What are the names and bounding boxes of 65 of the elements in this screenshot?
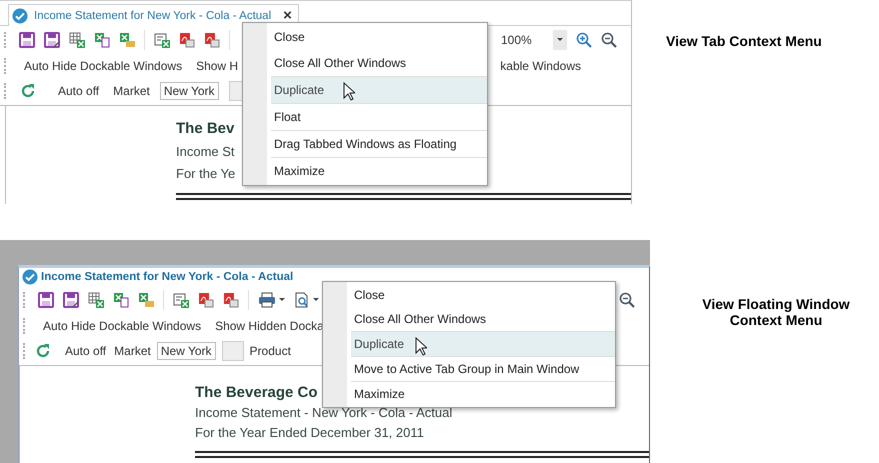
auto-off-label[interactable]: Auto off bbox=[58, 84, 100, 98]
save-edit-icon[interactable] bbox=[44, 32, 60, 48]
menu-item[interactable]: Drag Tabbed Windows as Floating bbox=[271, 130, 487, 157]
command-link[interactable]: Show H bbox=[196, 58, 238, 72]
command-link[interactable]: Auto Hide Dockable Windows bbox=[43, 318, 202, 332]
report-title: The Bev bbox=[176, 120, 234, 137]
window-title: Income Statement for New York - Cola - Actual bbox=[41, 271, 294, 283]
refresh-icon[interactable] bbox=[20, 82, 36, 98]
menu-item[interactable]: Close bbox=[323, 283, 615, 307]
report-title: The Beverage Co bbox=[195, 384, 318, 401]
caption: View Floating Window Context Menu bbox=[701, 295, 851, 328]
report-subtitle: For the Year Ended December 31, 2011 bbox=[195, 424, 424, 442]
caret-icon[interactable] bbox=[313, 298, 319, 301]
cursor-icon bbox=[415, 337, 427, 356]
document-tab[interactable]: Income Statement for New York - Cola - Actual × bbox=[8, 4, 299, 26]
save-icon[interactable] bbox=[19, 32, 35, 48]
save-edit-icon[interactable] bbox=[63, 292, 79, 308]
menu-item[interactable]: Move to Active Tab Group in Main Window bbox=[351, 356, 615, 381]
caption: View Tab Context Menu bbox=[666, 33, 822, 49]
report-subtitle: Income St bbox=[176, 143, 235, 161]
grid-export-icon[interactable] bbox=[88, 292, 104, 308]
pdf-icon[interactable] bbox=[223, 292, 239, 308]
caret-icon[interactable] bbox=[279, 298, 285, 301]
pdf-icon[interactable] bbox=[204, 32, 220, 48]
spreadsheet-icon[interactable] bbox=[94, 32, 110, 48]
menu-item[interactable]: Maximize bbox=[351, 381, 615, 406]
spreadsheet-folder-icon[interactable] bbox=[138, 292, 154, 308]
refresh-icon[interactable] bbox=[35, 342, 51, 358]
market-label: Market bbox=[114, 344, 151, 358]
command-link[interactable]: Auto Hide Dockable Windows bbox=[24, 58, 182, 72]
sheet-delete-icon[interactable] bbox=[173, 292, 189, 308]
sheet-delete-icon[interactable] bbox=[154, 32, 170, 48]
menu-item[interactable]: Duplicate bbox=[351, 331, 615, 356]
pdf-export-icon[interactable] bbox=[198, 292, 214, 308]
report-subtitle: For the Ye bbox=[176, 165, 236, 183]
market-field[interactable]: New York bbox=[156, 342, 216, 360]
save-icon[interactable] bbox=[38, 292, 54, 308]
menu-item[interactable]: Close All Other Windows bbox=[243, 50, 487, 76]
check-circle-icon bbox=[22, 269, 38, 285]
market-field[interactable]: New York bbox=[160, 82, 219, 100]
report-subtitle: Income Statement - New York - Cola - Actual bbox=[195, 404, 452, 422]
printer-icon[interactable] bbox=[258, 292, 276, 308]
grid-export-icon[interactable] bbox=[69, 32, 85, 48]
cursor-icon bbox=[343, 82, 355, 101]
zoom-in-icon[interactable] bbox=[576, 32, 592, 48]
spreadsheet-icon[interactable] bbox=[113, 292, 129, 308]
menu-item[interactable]: Close All Other Windows bbox=[323, 307, 615, 331]
pdf-export-icon[interactable] bbox=[179, 32, 195, 48]
check-circle-icon bbox=[12, 8, 28, 24]
product-label: Product bbox=[250, 344, 291, 358]
command-link[interactable]: kable Windows bbox=[500, 58, 581, 72]
zoom-out-icon[interactable] bbox=[601, 32, 617, 48]
menu-item[interactable]: Maximize bbox=[271, 157, 487, 184]
menu-item[interactable]: Duplicate bbox=[271, 76, 487, 103]
print-preview-icon[interactable] bbox=[294, 292, 310, 308]
close-button[interactable]: × bbox=[283, 7, 292, 24]
auto-off-label[interactable]: Auto off bbox=[65, 344, 106, 358]
spreadsheet-folder-icon[interactable] bbox=[119, 32, 135, 48]
tab-title: Income Statement for New York - Cola - Actual bbox=[34, 10, 272, 22]
menu-item[interactable]: Close bbox=[243, 24, 487, 50]
market-label: Market bbox=[113, 84, 150, 98]
zoom-out-icon[interactable] bbox=[619, 292, 635, 308]
zoom-dropdown[interactable]: 100% bbox=[493, 30, 567, 50]
menu-item[interactable]: Float bbox=[271, 103, 487, 130]
empty-field[interactable] bbox=[222, 340, 244, 360]
